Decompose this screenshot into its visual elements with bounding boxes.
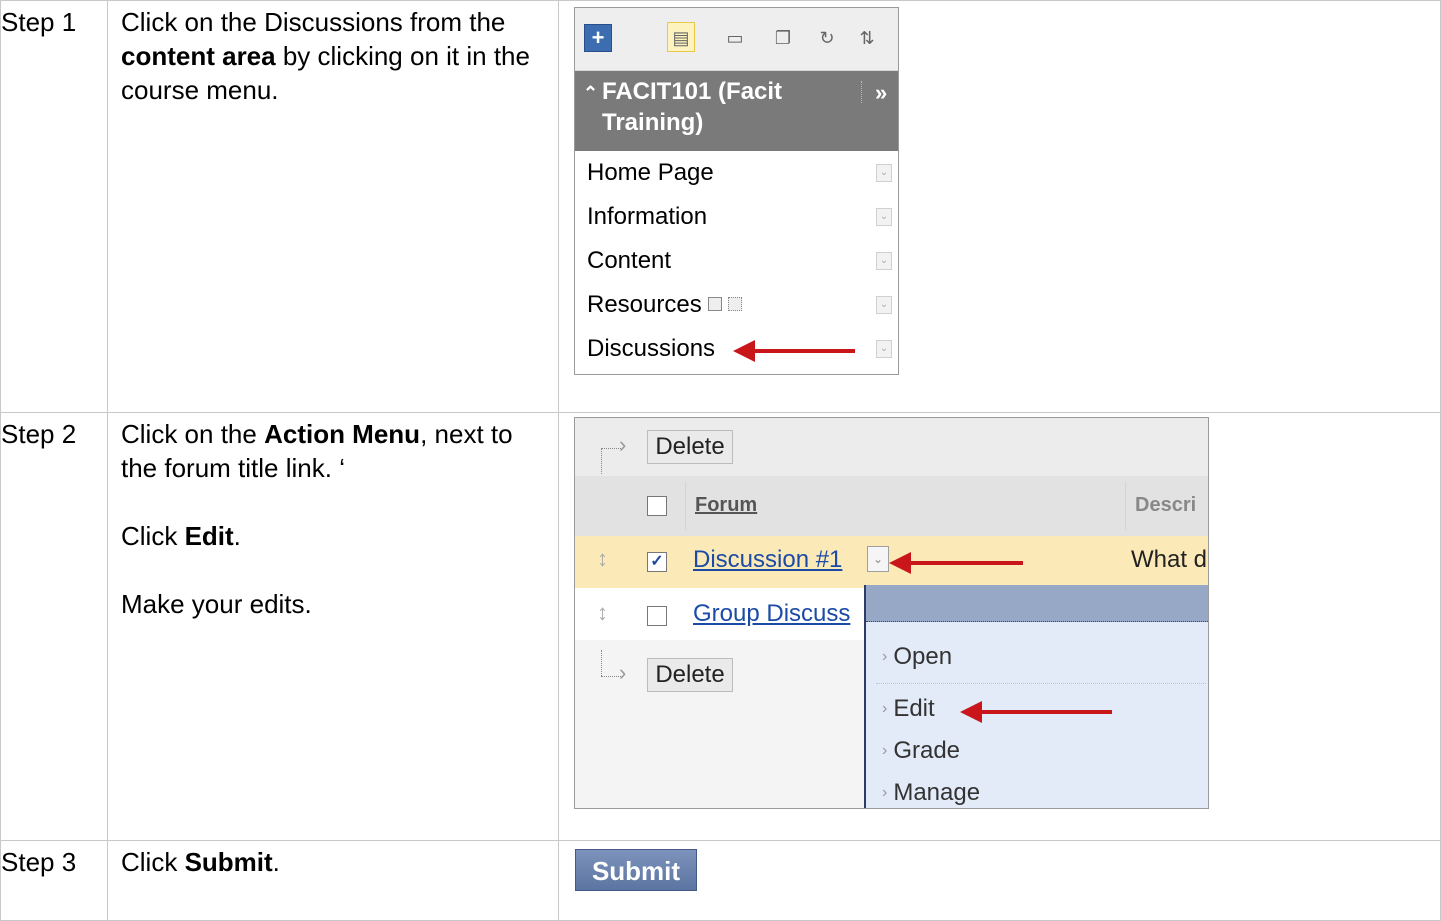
list-view-icon[interactable]: ▤ <box>667 22 695 52</box>
menu-item-resources[interactable]: Resources ⌄ <box>575 283 898 327</box>
course-menu-screenshot: + ▤ ▭ ❐ ↻ ⇅ ⌃ FACIT101 (Facit Training) … <box>574 7 899 375</box>
step-2-instructions: Click on the Action Menu, next to the fo… <box>107 412 559 841</box>
course-title-bar[interactable]: ⌃ FACIT101 (Facit Training) » <box>575 71 898 151</box>
resources-label: Resources <box>587 291 702 318</box>
forum-link-discussion-1[interactable]: Discussion #1 <box>693 546 842 574</box>
forum-description: What d <box>1131 546 1208 573</box>
drag-handle-icon[interactable]: ↕ <box>597 546 608 572</box>
column-forum[interactable]: Forum <box>695 494 757 517</box>
menu-item-label: Manage <box>893 779 981 806</box>
window-icon[interactable]: ❐ <box>771 26 795 50</box>
column-divider <box>1125 482 1126 530</box>
arrow-icon: › <box>619 432 627 457</box>
header-divider <box>861 81 863 103</box>
menu-item-label: Open <box>893 643 953 670</box>
action-menu-dropdown: › Open › Edit › Grade › Manage <box>864 585 1208 808</box>
chevron-down-icon[interactable]: ⌄ <box>876 296 892 314</box>
step-3-text-a: Click <box>121 847 185 877</box>
menu-item-information[interactable]: Information ⌄ <box>575 195 898 239</box>
menu-item-grade[interactable]: › Grade <box>882 737 960 765</box>
course-title: FACIT101 (Facit Training) <box>602 78 783 136</box>
step-1-label: Step 1 <box>1 7 77 37</box>
tree-connector <box>601 650 602 676</box>
step-2-image-cell: › Delete Forum Descri ↕ ✓ Discussion #1 … <box>558 412 1441 841</box>
tree-connector <box>601 448 602 474</box>
step-1-text-a: Click on the Discussions from the <box>121 7 506 37</box>
chevron-down-icon[interactable]: ⌄ <box>876 208 892 226</box>
collapse-icon: ⌃ <box>583 83 599 103</box>
menu-item-discussions[interactable]: Discussions ⌄ <box>575 327 898 371</box>
menu-item-label: Grade <box>893 737 961 764</box>
menu-item-content[interactable]: Content ⌄ <box>575 239 898 283</box>
step-2-label: Step 2 <box>1 419 77 449</box>
menu-item-label: Home Page <box>587 159 714 186</box>
column-description[interactable]: Descri <box>1135 494 1196 517</box>
menu-divider <box>876 683 1206 684</box>
step-2-text-d: . <box>233 521 241 551</box>
step-2-line-2: Click Edit. <box>121 519 546 553</box>
instructions-table: Step 1 Click on the Discussions from the… <box>0 0 1441 921</box>
step-1-image-cell: + ▤ ▭ ❐ ↻ ⇅ ⌃ FACIT101 (Facit Training) … <box>558 0 1441 413</box>
red-arrow-icon <box>960 701 1112 723</box>
red-arrow-icon <box>733 340 855 362</box>
folder-view-icon[interactable]: ▭ <box>723 26 747 50</box>
step-1-instructions: Click on the Discussions from the conten… <box>107 0 559 413</box>
step-3-image-cell: Submit <box>558 840 1441 921</box>
dropdown-header <box>866 585 1208 622</box>
arrow-icon: › <box>619 660 627 685</box>
forum-link-group-discussion[interactable]: Group Discuss <box>693 600 850 628</box>
step-2-text-bold-2: Edit <box>184 521 234 551</box>
select-all-checkbox[interactable] <box>647 496 667 516</box>
step-2-text-c: Click <box>121 521 185 551</box>
step-1-text: Click on the Discussions from the conten… <box>121 5 546 107</box>
submit-button[interactable]: Submit <box>575 849 697 891</box>
action-menu-button[interactable]: ⌄ <box>867 546 889 572</box>
step-1-text-bold: content area <box>121 41 276 71</box>
forum-column-header <box>575 476 1208 537</box>
step-3-label: Step 3 <box>1 847 77 877</box>
menu-item-home-page[interactable]: Home Page ⌄ <box>575 151 898 195</box>
delete-button-bottom[interactable]: Delete <box>647 658 733 692</box>
chevron-down-icon[interactable]: ⌄ <box>876 252 892 270</box>
chevron-down-icon[interactable]: ⌄ <box>876 164 892 182</box>
step-1-cell: Step 1 <box>0 0 108 413</box>
menu-item-label: Information <box>587 203 708 230</box>
course-menu-toolbar: + ▤ ▭ ❐ ↻ ⇅ <box>575 8 898 71</box>
menu-item-label: Resources <box>587 283 742 327</box>
menu-item-open[interactable]: › Open <box>882 643 952 671</box>
step-2-cell: Step 2 <box>0 412 108 841</box>
delete-button-top[interactable]: Delete <box>647 430 733 464</box>
step-2-text-bold: Action Menu <box>264 419 421 449</box>
menu-item-label: Edit <box>893 695 935 722</box>
menu-item-manage[interactable]: › Manage <box>882 779 980 807</box>
menu-item-label: Discussions <box>587 335 716 362</box>
hidden-icon <box>707 296 722 311</box>
row-checkbox[interactable] <box>647 606 667 626</box>
menu-item-label: Content <box>587 247 672 274</box>
reorder-icon[interactable]: ⇅ <box>855 26 879 50</box>
row-checkbox[interactable]: ✓ <box>647 552 667 572</box>
step-3-instructions: Click Submit. <box>107 840 559 921</box>
step-2-line-3: Make your edits. <box>121 589 312 619</box>
expand-right-icon[interactable]: » <box>875 77 887 108</box>
empty-icon <box>727 296 742 311</box>
menu-item-edit[interactable]: › Edit <box>882 695 935 723</box>
step-3-text: Click Submit. <box>121 845 546 879</box>
drag-handle-icon[interactable]: ↕ <box>597 600 608 626</box>
step-2-line-1: Click on the Action Menu, next to the fo… <box>121 417 546 485</box>
step-3-text-bold: Submit <box>184 847 273 877</box>
red-arrow-icon <box>889 552 1023 574</box>
chevron-down-icon[interactable]: ⌄ <box>876 340 892 358</box>
step-2-text-a: Click on the <box>121 419 265 449</box>
step-3-cell: Step 3 <box>0 840 108 921</box>
add-menu-item-button[interactable]: + <box>584 24 612 52</box>
forum-list-screenshot: › Delete Forum Descri ↕ ✓ Discussion #1 … <box>574 417 1209 809</box>
refresh-icon[interactable]: ↻ <box>815 26 839 50</box>
step-3-text-b: . <box>272 847 280 877</box>
column-divider <box>685 482 686 530</box>
